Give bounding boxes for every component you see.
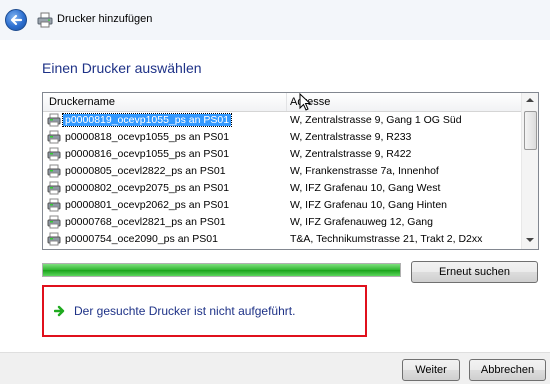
table-row[interactable]: p0000754_oce2090_ps an PS01 T&A, Technik… [43, 231, 524, 248]
page-heading: Einen Drucker auswählen [42, 60, 202, 76]
cancel-button[interactable]: Abbrechen [469, 359, 546, 381]
printer-icon [37, 12, 53, 28]
window-title: Drucker hinzufügen [57, 13, 153, 25]
back-button[interactable] [5, 9, 27, 31]
printer-address: W, Zentralstrasse 9, R422 [290, 148, 412, 160]
green-arrow-icon [54, 305, 65, 317]
printer-not-listed-link[interactable]: Der gesuchte Drucker ist nicht aufgeführ… [74, 304, 295, 318]
printer-address: W, Frankenstrasse 7a, Innenhof [290, 165, 439, 177]
printer-address: W, IFZ Grafenau 10, Gang West [290, 182, 441, 194]
scrollbar-thumb[interactable] [524, 111, 537, 150]
table-row[interactable]: p0000819_ocevp1055_ps an PS01 W, Zentral… [43, 112, 524, 129]
printer-icon [47, 232, 61, 246]
printer-icon [47, 198, 61, 212]
printer-icon [47, 164, 61, 178]
table-row[interactable]: p0000802_ocevp2075_ps an PS01 W, IFZ Gra… [43, 180, 524, 197]
printer-icon [47, 130, 61, 144]
column-header-name[interactable]: Druckername [49, 96, 115, 108]
table-row[interactable]: p0000816_ocevp1055_ps an PS01 W, Zentral… [43, 146, 524, 163]
printer-name: p0000816_ocevp1055_ps an PS01 [65, 148, 230, 160]
printer-icon [47, 113, 61, 127]
printer-address: W, IFZ Grafenau 10, Gang Hinten [290, 199, 447, 211]
table-row[interactable]: p0000818_ocevp1055_ps an PS01 W, Zentral… [43, 129, 524, 146]
table-row[interactable]: p0000768_ocevl2821_ps an PS01 W, IFZ Gra… [43, 214, 524, 231]
printer-name: p0000754_oce2090_ps an PS01 [65, 233, 218, 245]
scroll-down-button[interactable] [522, 233, 538, 249]
next-button[interactable]: Weiter [402, 359, 460, 381]
printer-address: W, Zentralstrasse 9, R233 [290, 131, 412, 143]
highlight-box: Der gesuchte Drucker ist nicht aufgeführ… [42, 285, 367, 337]
printer-icon [47, 215, 61, 229]
printer-name: p0000802_ocevp2075_ps an PS01 [65, 182, 230, 194]
printer-rows: p0000819_ocevp1055_ps an PS01 W, Zentral… [43, 112, 524, 248]
column-divider[interactable] [286, 93, 287, 111]
printer-name: p0000768_ocevl2821_ps an PS01 [65, 216, 226, 228]
printer-icon [47, 181, 61, 195]
search-progress-bar [42, 263, 401, 277]
printer-list[interactable]: Druckername Adresse p0000819_ocevp1055_p… [42, 92, 539, 250]
printer-name: p0000819_ocevp1055_ps an PS01 [61, 113, 233, 127]
chevron-up-icon [526, 98, 534, 102]
chevron-down-icon [526, 238, 534, 242]
printer-address: T&A, Technikumstrasse 21, Trakt 2, D2xx [290, 233, 483, 245]
printer-name: p0000801_ocevp2062_ps an PS01 [65, 199, 230, 211]
table-row[interactable]: p0000801_ocevp2062_ps an PS01 W, IFZ Gra… [43, 197, 524, 214]
list-header: Druckername Adresse [43, 93, 524, 112]
table-row[interactable]: p0000805_ocevl2822_ps an PS01 W, Franken… [43, 163, 524, 180]
scroll-up-button[interactable] [522, 93, 538, 109]
printer-address: W, IFZ Grafenauweg 12, Gang [290, 216, 433, 228]
progress-fill [43, 264, 400, 276]
printer-name: p0000805_ocevl2822_ps an PS01 [65, 165, 226, 177]
printer-name: p0000818_ocevp1055_ps an PS01 [65, 131, 230, 143]
back-arrow-icon [10, 14, 23, 26]
footer-bar: Weiter Abbrechen [0, 352, 550, 384]
title-bar: Drucker hinzufügen [0, 0, 550, 40]
mouse-cursor-icon [299, 93, 312, 111]
printer-icon [47, 147, 61, 161]
printer-address: W, Zentralstrasse 9, Gang 1 OG Süd [290, 114, 462, 126]
search-again-button[interactable]: Erneut suchen [411, 261, 538, 283]
vertical-scrollbar[interactable] [521, 93, 538, 249]
